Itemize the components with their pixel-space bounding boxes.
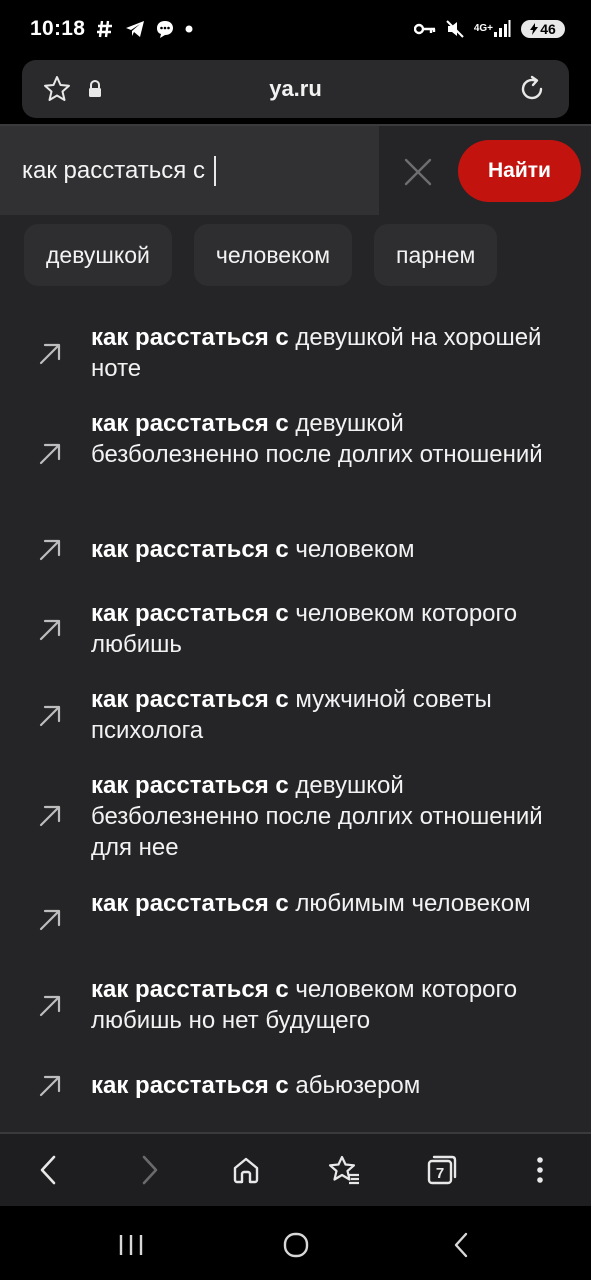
arrow-up-left-icon[interactable] — [38, 1074, 62, 1098]
text-caret — [213, 155, 216, 186]
suggestion-rest: абьюзером — [288, 1072, 421, 1099]
suggestion-bold: как расстаться с — [91, 324, 289, 351]
close-icon[interactable] — [403, 157, 433, 187]
home-circle-icon[interactable] — [279, 1228, 313, 1262]
arrow-up-left-icon[interactable] — [38, 442, 62, 466]
list-item[interactable]: как расстаться с человеком — [0, 534, 591, 574]
signal-icon: 4G+ — [474, 20, 511, 38]
chat-bubble-icon — [155, 19, 175, 39]
suggestion-bold: как расстаться с — [91, 890, 289, 917]
search-query[interactable]: как расстаться с — [22, 157, 212, 185]
refinement-chips: девушкой человеком парнем — [24, 224, 498, 286]
hashtag-icon — [95, 19, 115, 39]
back-nav-icon[interactable] — [444, 1228, 478, 1262]
status-bar: 10:18 4G+ 46 — [0, 0, 591, 58]
suggestion-text: как расстаться с абьюзером — [91, 1070, 571, 1101]
suggestion-bold: как расстаться с — [91, 976, 289, 1003]
reload-icon[interactable] — [517, 74, 547, 109]
suggestion-text: как расстаться с любимым человеком — [91, 888, 571, 919]
list-item[interactable]: как расстаться с девушкой безболезненно … — [0, 770, 591, 864]
more-icon[interactable] — [522, 1152, 558, 1188]
system-nav-bar — [0, 1206, 591, 1280]
suggestion-text: как расстаться с девушкой безболезненно … — [91, 770, 571, 863]
suggestion-bold: как расстаться с — [91, 1072, 289, 1099]
lock-icon — [88, 79, 102, 103]
suggestion-text: как расстаться с человеком которого люби… — [91, 598, 571, 660]
status-right: 4G+ 46 — [413, 20, 565, 38]
search-input[interactable]: как расстаться с — [0, 126, 379, 215]
arrow-up-left-icon[interactable] — [38, 342, 62, 366]
arrow-up-left-icon[interactable] — [38, 804, 62, 828]
battery-icon: 46 — [521, 20, 565, 38]
telegram-icon — [125, 20, 145, 38]
find-button[interactable]: Найти — [458, 140, 581, 202]
browser-toolbar: 7 — [0, 1134, 591, 1206]
arrow-up-left-icon[interactable] — [38, 908, 62, 932]
url-text[interactable]: ya.ru — [22, 76, 569, 102]
suggestion-text: как расстаться с мужчиной советы психоло… — [91, 684, 571, 746]
suggestion-bold: как расстаться с — [91, 772, 289, 799]
tabs-count: 7 — [435, 1164, 445, 1182]
dot-icon — [185, 25, 193, 33]
suggestion-text: как расстаться с человеком которого люби… — [91, 974, 571, 1036]
search-page: как расстаться с Найти девушкой человеко… — [0, 126, 591, 1132]
home-icon[interactable] — [228, 1152, 264, 1188]
chip-parnem[interactable]: парнем — [374, 224, 498, 286]
back-icon[interactable] — [30, 1152, 66, 1188]
address-bar-area: ya.ru — [0, 58, 591, 124]
arrow-up-left-icon[interactable] — [38, 618, 62, 642]
arrow-up-left-icon[interactable] — [38, 994, 62, 1018]
status-time: 10:18 — [30, 17, 86, 40]
chip-chelovekom[interactable]: человеком — [193, 224, 353, 286]
suggestion-rest: любимым человеком — [288, 890, 531, 917]
list-item[interactable]: как расстаться с абьюзером — [0, 1070, 591, 1110]
star-icon[interactable] — [42, 74, 72, 109]
suggestion-text: как расстаться с девушкой на хорошей нот… — [91, 322, 571, 384]
suggestion-text: как расстаться с человеком — [91, 534, 571, 565]
suggestion-rest: человеком — [288, 536, 415, 563]
key-icon — [413, 22, 436, 36]
chip-devushkoy[interactable]: девушкой — [24, 224, 172, 286]
recents-icon[interactable] — [114, 1228, 148, 1262]
list-item[interactable]: как расстаться с человеком которого люби… — [0, 598, 591, 668]
forward-icon[interactable] — [132, 1152, 168, 1188]
suggestion-bold: как расстаться с — [91, 410, 289, 437]
list-item[interactable]: как расстаться с мужчиной советы психоло… — [0, 684, 591, 754]
mute-icon — [446, 20, 464, 38]
tabs-icon[interactable]: 7 — [424, 1152, 460, 1188]
network-type: 4G+ — [473, 23, 493, 34]
arrow-up-left-icon[interactable] — [38, 538, 62, 562]
list-item[interactable]: как расстаться с девушкой безболезненно … — [0, 408, 591, 502]
suggestion-text: как расстаться с девушкой безболезненно … — [91, 408, 571, 470]
suggestion-bold: как расстаться с — [91, 600, 289, 627]
bookmarks-icon[interactable] — [326, 1152, 362, 1188]
battery-level: 46 — [540, 21, 556, 37]
arrow-up-left-icon[interactable] — [38, 704, 62, 728]
list-item[interactable]: как расстаться с человеком которого люби… — [0, 974, 591, 1044]
list-item[interactable]: как расстаться с любимым человеком — [0, 888, 591, 958]
list-item[interactable]: как расстаться с девушкой на хорошей нот… — [0, 322, 591, 392]
address-bar[interactable]: ya.ru — [22, 60, 569, 118]
status-left: 10:18 — [30, 17, 193, 41]
suggestion-bold: как расстаться с — [91, 686, 289, 713]
suggestion-bold: как расстаться с — [91, 536, 289, 563]
